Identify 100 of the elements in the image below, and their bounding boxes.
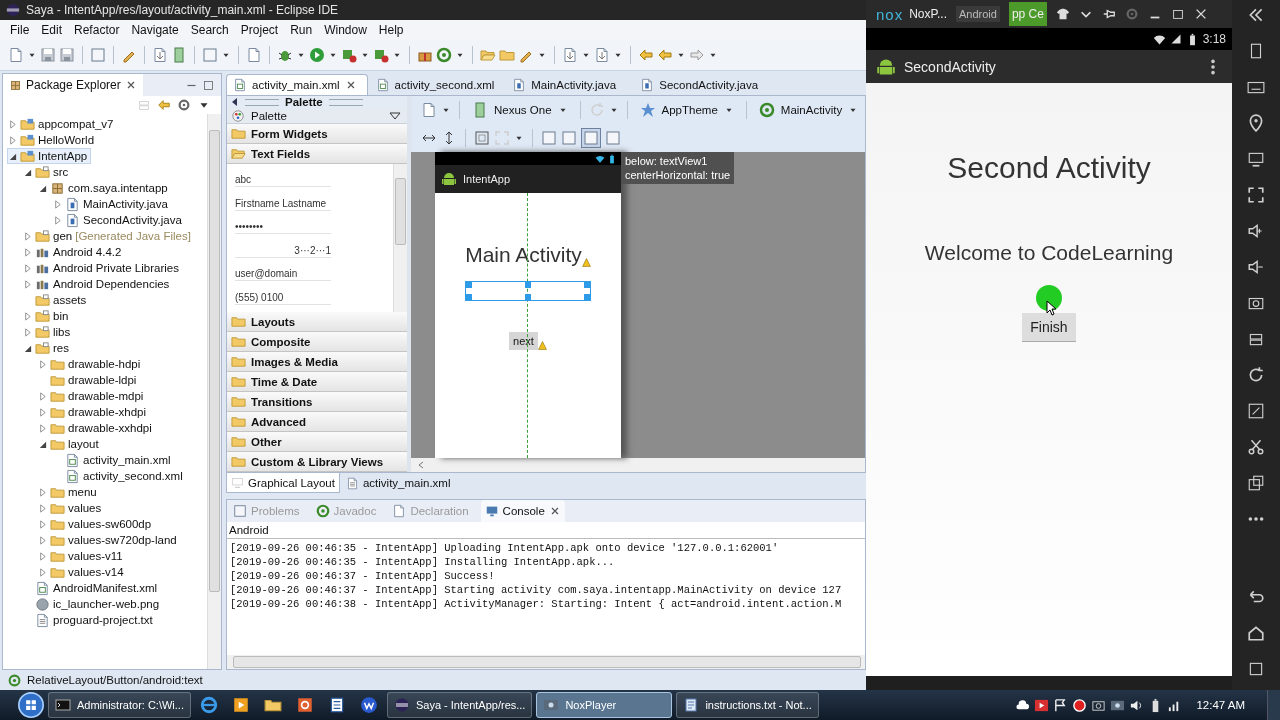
- start-button[interactable]: [18, 692, 44, 718]
- grip-lines[interactable]: [245, 98, 279, 106]
- office-icon[interactable]: [295, 696, 314, 714]
- settings-icon[interactable]: [1124, 7, 1139, 21]
- tree-item[interactable]: gen [Generated Java Files]: [22, 228, 195, 244]
- window-icon[interactable]: [1247, 474, 1265, 492]
- next-button[interactable]: next: [509, 332, 538, 350]
- expanded-arrow-icon[interactable]: [8, 151, 17, 161]
- grip-lines[interactable]: [328, 98, 363, 106]
- menubar-entry[interactable]: Window: [318, 21, 373, 39]
- scrollbar[interactable]: [207, 114, 221, 669]
- media-player-icon[interactable]: [231, 696, 250, 714]
- tree-item[interactable]: Android Private Libraries: [22, 260, 183, 276]
- tree-item[interactable]: src: [22, 164, 73, 180]
- tree-item[interactable]: res: [22, 340, 73, 356]
- palette-category[interactable]: Form Widgets: [227, 124, 407, 144]
- palette-item[interactable]: Firstname Lastname: [235, 189, 331, 211]
- last-edit-icon[interactable]: [638, 47, 654, 63]
- collapsed-arrow-icon[interactable]: [38, 423, 47, 433]
- editor-mode-tab[interactable]: activity_main.xml: [341, 473, 455, 493]
- menubar-entry[interactable]: Edit: [35, 21, 69, 39]
- taskbar-button[interactable]: Administrator: C:\Wi...: [48, 692, 191, 718]
- palette-item[interactable]: abc: [235, 166, 331, 187]
- collapsed-arrow-icon[interactable]: [8, 119, 17, 129]
- writer-icon[interactable]: [359, 696, 378, 714]
- collapsed-arrow-icon[interactable]: [38, 535, 47, 545]
- tree-item[interactable]: menu: [37, 484, 101, 500]
- tree-item[interactable]: activity_second.xml: [52, 468, 187, 484]
- recent-apps-icon[interactable]: [1247, 660, 1265, 678]
- tree-item[interactable]: values: [37, 500, 106, 516]
- editor-tab[interactable]: activity_main.xml: [226, 74, 368, 95]
- view-tab[interactable]: Console: [480, 500, 565, 522]
- editor-tab[interactable]: MainActivity.java: [506, 75, 633, 95]
- tree-item[interactable]: proguard-project.txt: [22, 612, 157, 628]
- palette-item[interactable]: (555) 0100: [235, 283, 331, 305]
- palette-category[interactable]: Transitions: [227, 392, 407, 412]
- tree-item[interactable]: values-sw720dp-land: [37, 532, 181, 548]
- tree-item[interactable]: IntentApp: [7, 148, 92, 164]
- taskbar-button[interactable]: instructions.txt - Not...: [676, 692, 819, 718]
- download-icon[interactable]: [152, 47, 168, 63]
- activity-dropdown[interactable]: MainActivity: [754, 102, 863, 118]
- tree-item[interactable]: Android 4.4.2: [22, 244, 126, 260]
- collapsed-arrow-icon[interactable]: [38, 359, 47, 369]
- collapsed-arrow-icon[interactable]: [23, 231, 32, 241]
- expanded-arrow-icon[interactable]: [38, 183, 47, 193]
- tree-item[interactable]: values-v14: [37, 564, 128, 580]
- expanded-arrow-icon[interactable]: [23, 167, 32, 177]
- taskbar-button[interactable]: Saya - IntentApp/res...: [386, 692, 533, 718]
- collapsed-arrow-icon[interactable]: [38, 503, 47, 513]
- location-pin-icon[interactable]: [1247, 114, 1265, 132]
- maximize-icon[interactable]: [1170, 7, 1185, 21]
- tree-item[interactable]: AndroidManifest.xml: [22, 580, 162, 596]
- collapsed-arrow-icon[interactable]: [38, 391, 47, 401]
- scrollbar[interactable]: [393, 164, 407, 312]
- palette-item[interactable]: user@domain: [235, 260, 331, 281]
- collapsed-arrow-icon[interactable]: [23, 311, 32, 321]
- tree-item[interactable]: MainActivity.java: [52, 196, 172, 212]
- new-class-icon[interactable]: [246, 47, 262, 63]
- palette-category[interactable]: Composite: [227, 332, 407, 352]
- recorder-icon[interactable]: [1034, 697, 1050, 713]
- shirt-icon[interactable]: [1055, 7, 1070, 21]
- browser-icon[interactable]: [199, 696, 218, 714]
- device-dropdown[interactable]: Nexus One: [468, 102, 572, 118]
- tree-item[interactable]: bin: [22, 308, 73, 324]
- collapsed-arrow-icon[interactable]: [53, 199, 62, 209]
- volume-down-icon[interactable]: [1247, 258, 1265, 276]
- collapsed-arrow-icon[interactable]: [38, 519, 47, 529]
- palette-item[interactable]: ••••••••: [235, 213, 331, 234]
- menubar-entry[interactable]: Refactor: [68, 21, 126, 39]
- previous-annotation-icon[interactable]: [594, 47, 610, 63]
- tree-item[interactable]: Android Dependencies: [22, 276, 174, 292]
- menubar-entry[interactable]: Project: [234, 21, 285, 39]
- tree-item[interactable]: values-v11: [37, 548, 127, 564]
- collapsed-arrow-icon[interactable]: [38, 551, 47, 561]
- collapsed-arrow-icon[interactable]: [38, 407, 47, 417]
- collapsed-arrow-icon[interactable]: [23, 279, 32, 289]
- resolution-icon[interactable]: [1247, 402, 1265, 420]
- editor-tab[interactable]: SecondActivity.java: [634, 75, 769, 95]
- tree-item[interactable]: drawable-xhdpi: [37, 404, 150, 420]
- tree-item[interactable]: SecondActivity.java: [52, 212, 186, 228]
- tree-item[interactable]: drawable-hdpi: [37, 356, 145, 372]
- collapsed-arrow-icon[interactable]: [8, 135, 17, 145]
- taskbar-button[interactable]: NoxPlayer: [536, 692, 673, 718]
- device-icon[interactable]: [171, 47, 187, 63]
- menubar-entry[interactable]: Help: [372, 21, 410, 39]
- scissors-icon[interactable]: [1247, 438, 1265, 456]
- palette-category[interactable]: Time & Date: [227, 372, 407, 392]
- menubar-entry[interactable]: File: [4, 21, 36, 39]
- editor-tab[interactable]: activity_second.xml: [369, 75, 505, 95]
- palette-category[interactable]: Images & Media: [227, 352, 407, 372]
- menubar-entry[interactable]: Navigate: [125, 21, 185, 39]
- package-explorer-tab[interactable]: Package Explorer: [3, 74, 143, 96]
- tree-item[interactable]: com.saya.intentapp: [37, 180, 172, 196]
- menubar-entry[interactable]: Search: [184, 21, 235, 39]
- tree-item[interactable]: HelloWorld: [7, 132, 99, 148]
- tree-item[interactable]: libs: [22, 324, 75, 340]
- collapsed-arrow-icon[interactable]: [23, 327, 32, 337]
- dropdown-arrow-icon[interactable]: [389, 110, 401, 121]
- tree-item[interactable]: drawable-ldpi: [37, 372, 141, 388]
- tree-item[interactable]: activity_main.xml: [52, 452, 175, 468]
